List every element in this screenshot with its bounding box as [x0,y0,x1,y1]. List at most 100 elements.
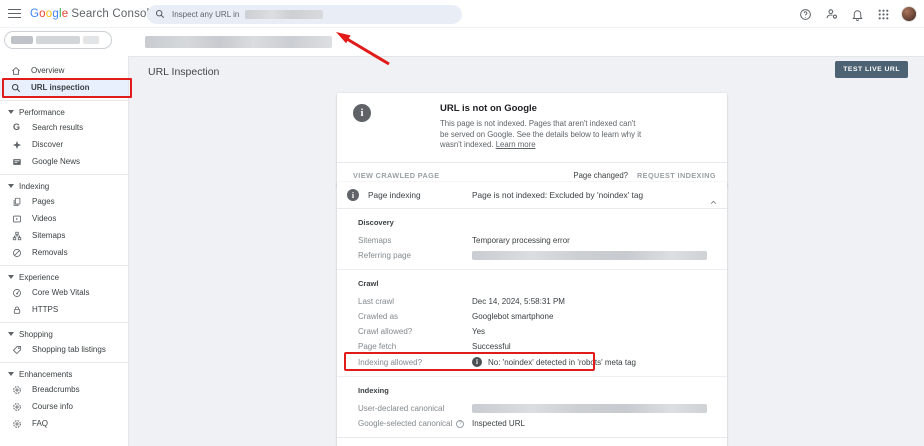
url-inspect-search-input[interactable]: Inspect any URL in [147,5,462,24]
news-icon [11,156,22,167]
sidebar-divider [0,100,128,101]
row-crawled-as: Crawled as Googlebot smartphone [337,309,727,324]
hamburger-menu-icon[interactable] [0,0,28,28]
redacted-property-block [83,36,99,44]
sidebar-item-url-inspection[interactable]: URL inspection [0,79,128,96]
sidebar-item-https[interactable]: HTTPS [0,301,128,318]
row-google-selected-canonical: Google-selected canonical ? Inspected UR… [337,416,727,431]
info-icon: i [353,104,371,122]
home-icon [10,65,21,76]
logo-letter: G [30,8,39,20]
notifications-bell-icon[interactable] [849,6,866,23]
sidebar-item-core-web-vitals[interactable]: Core Web Vitals [0,284,128,301]
row-sitemaps: Sitemaps Temporary processing error [337,233,727,248]
row-value: No: 'noindex' detected in 'robots' meta … [488,358,636,367]
row-label: User-declared canonical [358,404,472,413]
account-avatar[interactable] [901,6,917,22]
page-indexing-label: Page indexing [368,190,421,200]
sidebar-item-label: Pages [32,197,55,206]
row-label: Last crawl [358,297,472,306]
sidebar-item-label: Discover [32,140,63,149]
section-title: Indexing [358,386,727,395]
redacted-canonical-url [472,404,707,413]
sidebar-item-course-info[interactable]: Course info [0,398,128,415]
help-icon[interactable]: ? [456,420,464,428]
app-logo[interactable]: GoogleSearch Console [30,8,156,20]
sidebar-section-indexing[interactable]: Indexing [0,179,128,193]
redacted-property-block [11,36,33,44]
page-title: URL Inspection [148,66,219,78]
sidebar-item-label: Course info [32,402,73,411]
sidebar-item-shopping-tab-listings[interactable]: Shopping tab listings [0,341,128,358]
section-title: Crawl [358,279,727,288]
row-label: Referring page [358,251,472,260]
row-value: Inspected URL [472,419,525,428]
row-user-declared-canonical: User-declared canonical [337,401,727,416]
request-indexing-button[interactable]: REQUEST INDEXING [637,171,716,180]
sidebar-section-shopping[interactable]: Shopping [0,327,128,341]
pages-icon [11,196,22,207]
sidebar-item-pages[interactable]: Pages [0,193,128,210]
sidebar-item-discover[interactable]: Discover [0,136,128,153]
sidebar-item-videos[interactable]: Videos [0,210,128,227]
sidebar-item-overview[interactable]: Overview [0,62,128,79]
sidebar-item-label: Videos [32,214,56,223]
sidebar-divider [0,322,128,323]
verdict-description-text: This page is not indexed. Pages that are… [440,119,641,149]
speedometer-icon [11,287,22,298]
row-value: Yes [472,327,485,336]
row-page-fetch: Page fetch Successful [337,339,727,354]
sidebar-item-breadcrumbs[interactable]: Breadcrumbs [0,381,128,398]
info-icon: i [347,189,359,201]
test-live-url-button[interactable]: TEST LIVE URL [835,61,908,78]
sidebar-item-label: Search results [32,123,83,132]
verdict-description: This page is not indexed. Pages that are… [440,119,645,151]
sidebar-divider [0,265,128,266]
learn-more-link[interactable]: Learn more [496,140,536,149]
sidebar-section-label: Experience [19,273,59,282]
row-crawl-allowed: Crawl allowed? Yes [337,324,727,339]
sidebar-item-removals[interactable]: Removals [0,244,128,261]
row-label: Page fetch [358,342,472,351]
sidebar-item-label: Google News [32,157,80,166]
page-indexing-header[interactable]: i Page indexing Page is not indexed: Exc… [337,182,727,209]
sidebar-item-google-news[interactable]: Google News [0,153,128,170]
search-icon [155,6,165,24]
indexing-section: Indexing User-declared canonical Google-… [337,376,727,437]
verdict-title: URL is not on Google [440,103,711,114]
page-indexing-card: i Page indexing Page is not indexed: Exc… [337,182,727,446]
app-bar: GoogleSearch Console Inspect any URL in [0,0,924,28]
chevron-down-icon [8,372,14,376]
google-apps-grid-icon[interactable] [875,6,892,23]
sidebar-section-enhancements[interactable]: Enhancements [0,367,128,381]
sidebar-item-faq[interactable]: FAQ [0,415,128,432]
sidebar-item-label: URL inspection [31,83,90,92]
sidebar-item-label: FAQ [32,419,48,428]
chevron-down-icon [8,275,14,279]
sidebar-section-label: Performance [19,108,65,117]
view-crawled-page-button[interactable]: VIEW CRAWLED PAGE [353,171,440,180]
sidebar-section-experience[interactable]: Experience [0,270,128,284]
property-selector[interactable] [4,31,112,49]
enhancement-badge-icon [11,418,22,429]
logo-letter: e [62,8,69,20]
row-value: Dec 14, 2024, 5:58:31 PM [472,297,565,306]
search-icon [10,82,21,93]
help-icon[interactable] [797,6,814,23]
sidebar-item-sitemaps[interactable]: Sitemaps [0,227,128,244]
sidebar-section-performance[interactable]: Performance [0,105,128,119]
redacted-property-block [36,36,80,44]
sidebar-item-search-results[interactable]: G Search results [0,119,128,136]
sub-bar [0,28,924,57]
manage-users-icon[interactable] [823,6,840,23]
row-label: Crawl allowed? [358,327,472,336]
page-indexing-footer: LEARN MORE OPEN REPORT [337,437,727,446]
redacted-referring-page [472,251,707,260]
sidebar-item-label: HTTPS [32,305,58,314]
enhancement-badge-icon [11,384,22,395]
sidebar-section-label: Indexing [19,182,49,191]
info-icon: i [472,357,482,367]
chevron-up-icon[interactable] [710,193,717,200]
row-indexing-allowed: Indexing allowed? i No: 'noindex' detect… [337,354,727,370]
sidebar-divider [0,174,128,175]
